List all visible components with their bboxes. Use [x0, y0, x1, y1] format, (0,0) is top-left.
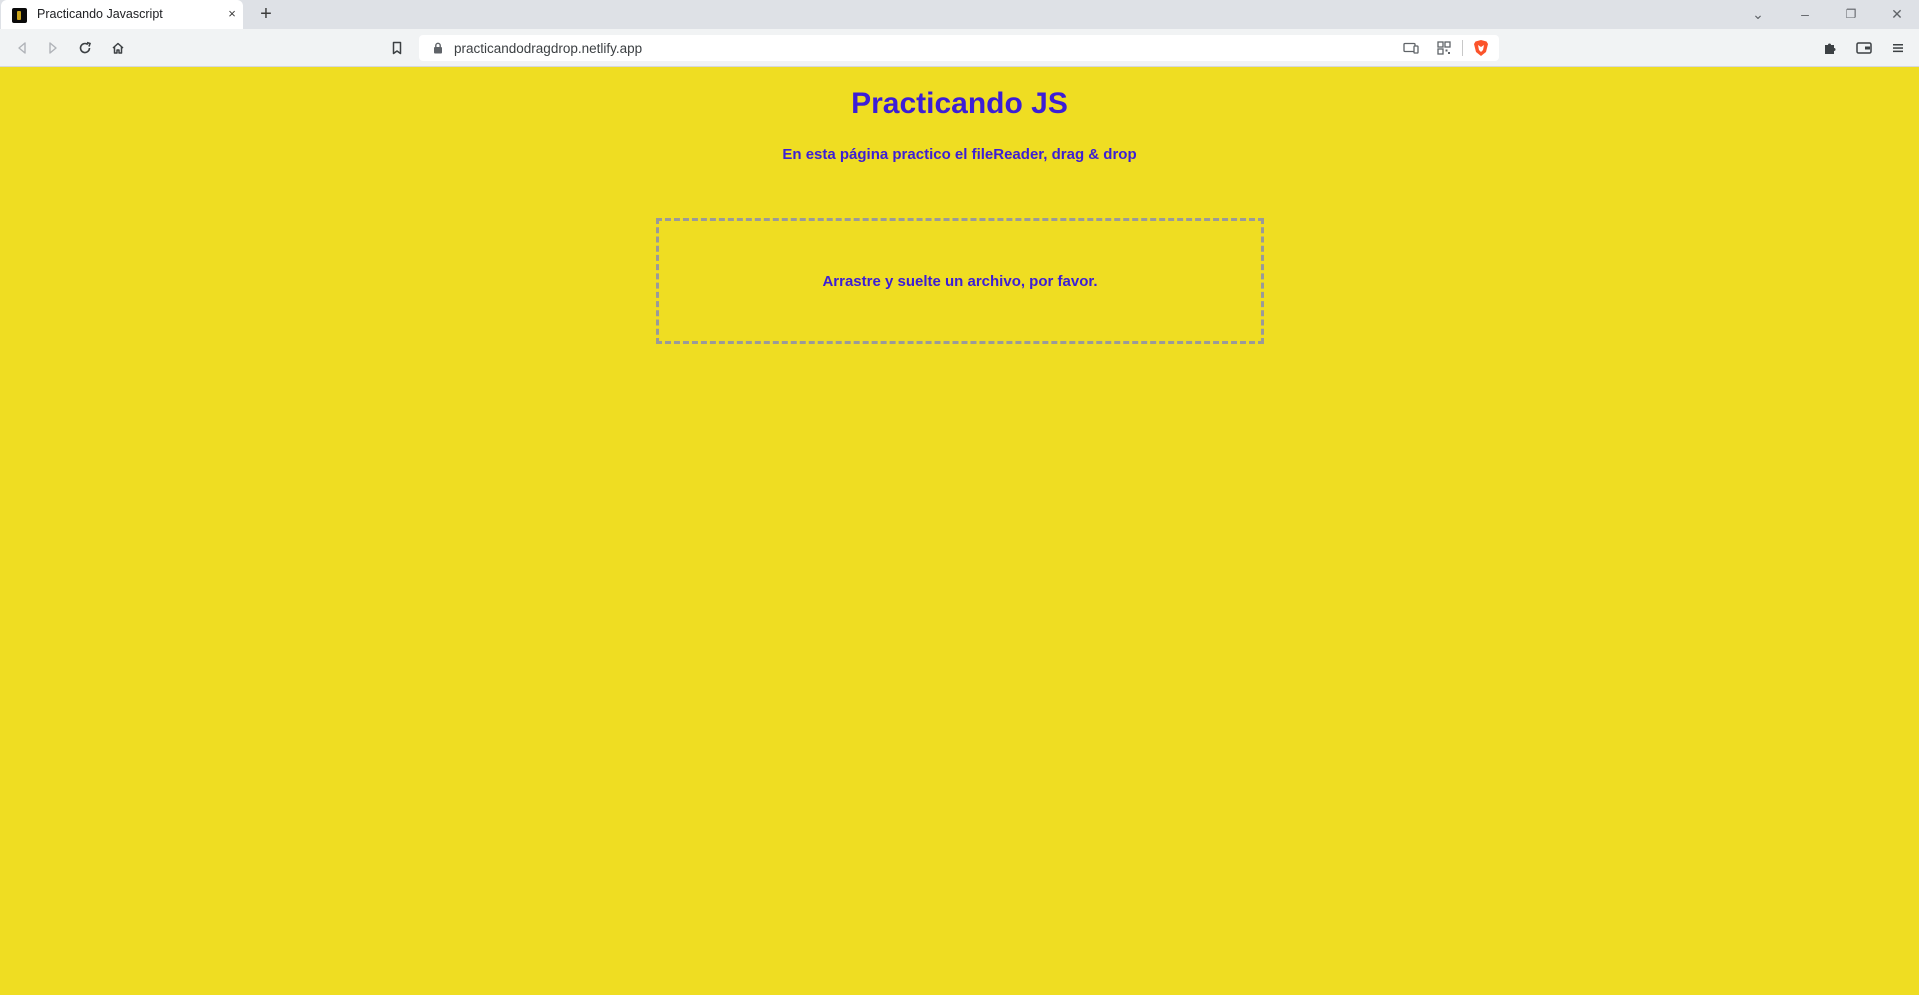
restore-button[interactable]: ❐ — [1839, 3, 1863, 25]
forward-button[interactable] — [42, 37, 64, 59]
bookmark-icon — [392, 41, 402, 55]
reload-icon — [79, 41, 92, 54]
page-title: Practicando JS — [851, 87, 1068, 120]
minimize-button[interactable]: – — [1793, 3, 1817, 25]
home-button[interactable] — [107, 37, 129, 59]
brave-shields-button[interactable] — [1470, 37, 1492, 59]
extensions-icon — [1824, 43, 1835, 54]
wallet-button[interactable] — [1853, 37, 1875, 59]
cast-button[interactable] — [1400, 37, 1422, 59]
page-subtitle: En esta página practico el fileReader, d… — [782, 146, 1137, 163]
qr-code-icon — [1437, 41, 1451, 55]
menu-button[interactable] — [1887, 37, 1909, 59]
drop-zone-instruction: Arrastre y suelte un archivo, por favor. — [822, 272, 1098, 290]
extensions-button[interactable] — [1819, 37, 1841, 59]
tab-strip: Practicando Javascript × + ⌄ – ❐ ✕ — [0, 0, 1919, 29]
brave-shield-icon — [1474, 40, 1488, 56]
tab-search-chevron-icon[interactable]: ⌄ — [1746, 3, 1770, 25]
browser-tab[interactable]: Practicando Javascript × — [1, 0, 243, 29]
cast-icon — [1403, 42, 1419, 54]
close-window-button[interactable]: ✕ — [1885, 3, 1909, 25]
home-icon — [112, 42, 124, 54]
file-drop-zone[interactable]: Arrastre y suelte un archivo, por favor. — [656, 218, 1264, 344]
tab-title: Practicando Javascript — [37, 7, 163, 21]
tab-close-icon[interactable]: × — [223, 5, 241, 23]
reload-button[interactable] — [74, 37, 96, 59]
address-bar[interactable]: practicandodragdrop.netlify.app — [419, 35, 1499, 61]
lock-icon — [434, 42, 442, 54]
url-text[interactable]: practicandodragdrop.netlify.app — [454, 41, 642, 56]
qr-code-button[interactable] — [1433, 37, 1455, 59]
browser-toolbar: practicandodragdrop.netlify.app — [0, 29, 1919, 67]
bookmark-button[interactable] — [386, 37, 408, 59]
menu-icon — [1893, 44, 1903, 53]
back-button[interactable] — [11, 37, 33, 59]
wallet-icon — [1856, 42, 1872, 54]
page-content: Practicando JS En esta página practico e… — [0, 67, 1919, 995]
back-icon — [18, 42, 26, 54]
new-tab-button[interactable]: + — [255, 3, 277, 25]
site-favicon-icon — [12, 8, 27, 23]
omnibox-divider — [1462, 40, 1463, 56]
forward-icon — [49, 42, 57, 54]
